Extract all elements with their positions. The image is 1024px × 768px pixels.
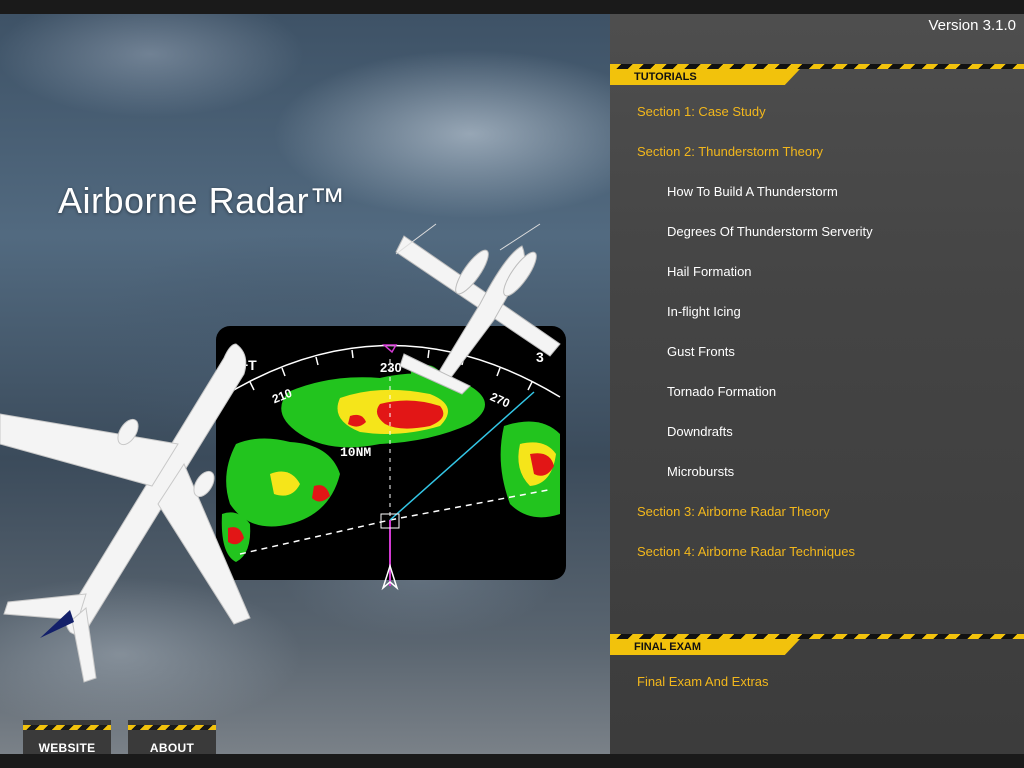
menu-item-tornado-formation[interactable]: Tornado Formation — [667, 384, 776, 399]
menu-item-section-2[interactable]: Section 2: Thunderstorm Theory — [637, 144, 823, 159]
tutorials-header-label: TUTORIALS — [634, 71, 697, 83]
menu-item-section-1[interactable]: Section 1: Case Study — [637, 104, 766, 119]
menu-item-inflight-icing[interactable]: In-flight Icing — [667, 304, 741, 319]
hazard-stripe — [610, 64, 1024, 69]
hazard-stripe — [610, 634, 1024, 639]
menu-panel: Version 3.1.0 TUTORIALS Section 1: Case … — [610, 14, 1024, 754]
menu-item-final-exam[interactable]: Final Exam And Extras — [637, 674, 769, 689]
final-exam-tag: FINAL EXAM — [610, 639, 800, 655]
tutorials-tag: TUTORIALS — [610, 69, 800, 85]
app-title: Airborne Radar™ — [58, 180, 346, 221]
menu-item-gust-fronts[interactable]: Gust Fronts — [667, 344, 735, 359]
menu-item-section-4[interactable]: Section 4: Airborne Radar Techniques — [637, 544, 855, 559]
radar-illustration: 230 210 270 3 +T 10NM — [0, 14, 610, 754]
version-label: Version 3.1.0 — [928, 17, 1016, 34]
menu-item-hail-formation[interactable]: Hail Formation — [667, 264, 752, 279]
about-button-label: ABOUT — [149, 741, 195, 754]
website-button-label: WEBSITE — [38, 741, 96, 754]
airliner-illustration — [0, 343, 251, 683]
menu-item-build-thunderstorm[interactable]: How To Build A Thunderstorm — [667, 184, 838, 199]
weather-radar-display: 230 210 270 3 +T 10NM — [216, 326, 566, 591]
menu-item-section-3[interactable]: Section 3: Airborne Radar Theory — [637, 504, 830, 519]
heading-label-230: 230 — [380, 360, 402, 375]
menu-item-downdrafts[interactable]: Downdrafts — [667, 424, 733, 439]
hero-image: 230 210 270 3 +T 10NM Airborne Radar™ WE… — [0, 14, 610, 754]
final-exam-header-label: FINAL EXAM — [634, 641, 702, 653]
range-label: 10NM — [340, 445, 371, 460]
menu-item-thunderstorm-severity[interactable]: Degrees Of Thunderstorm Serverity — [667, 224, 873, 239]
final-exam-header: FINAL EXAM — [610, 634, 1024, 656]
tutorials-header: TUTORIALS — [610, 64, 1024, 86]
menu-item-microbursts[interactable]: Microbursts — [667, 464, 734, 479]
about-button[interactable]: ABOUT — [128, 720, 216, 754]
website-button[interactable]: WEBSITE — [23, 720, 111, 754]
